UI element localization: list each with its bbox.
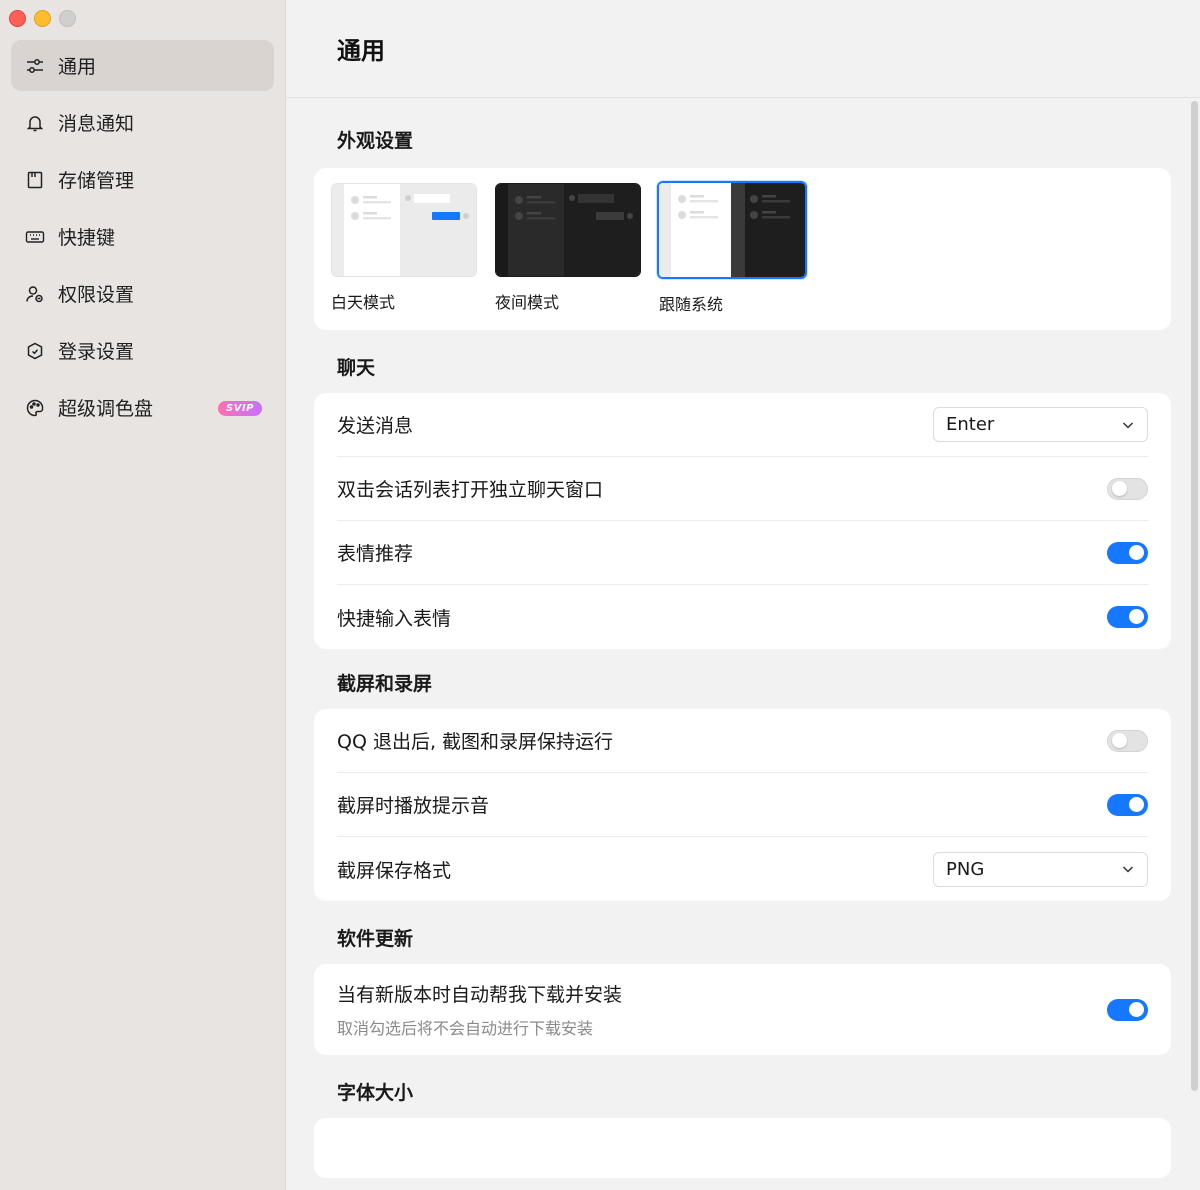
- chat-card: 发送消息 Enter 双击会话列表打开独立聊天窗口 表情推荐 快捷输入表情: [314, 393, 1171, 649]
- capture-sound-toggle[interactable]: [1107, 793, 1148, 816]
- theme-option-dark[interactable]: 夜间模式: [495, 183, 641, 330]
- send-key-select[interactable]: Enter: [933, 407, 1148, 442]
- update-card: 当有新版本时自动帮我下载并安装 取消勾选后将不会自动进行下载安装: [314, 964, 1171, 1055]
- toggle-knob: [1129, 1001, 1144, 1017]
- palette-icon: [24, 397, 46, 419]
- select-value: PNG: [946, 858, 985, 880]
- toggle-knob: [1129, 796, 1144, 812]
- sidebar-item-label: 快捷键: [58, 227, 116, 249]
- font-size-card: [314, 1118, 1171, 1178]
- theme-label: 跟随系统: [659, 295, 724, 314]
- close-window-button[interactable]: [9, 10, 26, 27]
- theme-option-light[interactable]: 白天模式: [331, 183, 477, 330]
- sliders-icon: [24, 55, 46, 77]
- setting-label: 当有新版本时自动帮我下载并安装: [337, 984, 623, 1006]
- setting-row-keep-running: QQ 退出后, 截图和录屏保持运行: [337, 709, 1148, 773]
- sidebar-item-label: 登录设置: [58, 341, 135, 363]
- sidebar-item-storage[interactable]: 存储管理: [11, 154, 274, 205]
- setting-label: 截屏保存格式: [337, 859, 452, 882]
- section-title-font-size: 字体大小: [337, 1082, 414, 1104]
- setting-row-send-message: 发送消息 Enter: [337, 393, 1148, 457]
- section-title-appearance: 外观设置: [337, 130, 414, 152]
- double-click-window-toggle[interactable]: [1107, 477, 1148, 500]
- theme-label: 白天模式: [331, 293, 396, 312]
- keyboard-icon: [24, 226, 46, 248]
- sidebar-item-label: 通用: [58, 56, 97, 78]
- setting-description: 取消勾选后将不会自动进行下载安装: [337, 1019, 594, 1038]
- setting-label: 快捷输入表情: [337, 607, 452, 630]
- setting-row-quick-emoji: 快捷输入表情: [337, 585, 1148, 649]
- setting-row-capture-sound: 截屏时播放提示音: [337, 773, 1148, 837]
- sidebar-item-label: 权限设置: [58, 284, 135, 306]
- system-theme-preview: [657, 181, 807, 279]
- setting-row-emoji-suggest: 表情推荐: [337, 521, 1148, 585]
- setting-text: 当有新版本时自动帮我下载并安装 取消勾选后将不会自动进行下载安装: [337, 980, 622, 1039]
- select-value: Enter: [946, 414, 995, 435]
- setting-row-auto-update: 当有新版本时自动帮我下载并安装 取消勾选后将不会自动进行下载安装: [337, 964, 1148, 1055]
- chevron-down-icon: [1121, 862, 1135, 876]
- setting-label: 发送消息: [337, 415, 414, 437]
- toggle-knob: [1112, 732, 1127, 748]
- setting-row-save-format: 截屏保存格式 PNG: [337, 837, 1148, 901]
- emoji-suggest-toggle[interactable]: [1107, 541, 1148, 564]
- settings-content: 外观设置 白天模式 夜间模式 跟随系统 聊天 发送消息 Enter 双击会话列表…: [286, 99, 1172, 1178]
- light-theme-preview: [331, 183, 477, 277]
- main-panel: 通用 外观设置 白天模式 夜间模式 跟随系统 聊天 发送消息 Enter 双击会…: [286, 0, 1200, 1190]
- page-title: 通用: [337, 37, 385, 65]
- scrollbar[interactable]: [1191, 101, 1198, 1091]
- svip-badge: SVIP: [218, 401, 262, 416]
- setting-label: QQ 退出后, 截图和录屏保持运行: [337, 731, 614, 753]
- theme-label: 夜间模式: [495, 293, 560, 312]
- minimize-window-button[interactable]: [34, 10, 51, 27]
- sidebar: 通用 消息通知 存储管理 快捷键 权限设置 登录设置 超级调色盘 SVIP: [0, 0, 286, 1190]
- appearance-card: 白天模式 夜间模式 跟随系统: [314, 168, 1171, 330]
- section-title-screenshot: 截屏和录屏: [337, 673, 433, 695]
- keep-running-toggle[interactable]: [1107, 729, 1148, 752]
- bell-icon: [24, 112, 46, 134]
- save-format-select[interactable]: PNG: [933, 851, 1148, 887]
- shield-icon: [24, 340, 46, 362]
- theme-option-system[interactable]: 跟随系统: [657, 181, 807, 330]
- main-header: 通用: [286, 0, 1200, 98]
- setting-label: 表情推荐: [337, 543, 414, 565]
- settings-scroll-area[interactable]: 外观设置 白天模式 夜间模式 跟随系统 聊天 发送消息 Enter 双击会话列表…: [286, 99, 1200, 1190]
- sidebar-item-permissions[interactable]: 权限设置: [11, 268, 274, 319]
- section-title-update: 软件更新: [337, 928, 414, 950]
- sidebar-item-login[interactable]: 登录设置: [11, 325, 274, 376]
- sidebar-item-shortcuts[interactable]: 快捷键: [11, 211, 274, 262]
- sidebar-item-label: 超级调色盘: [58, 398, 154, 420]
- section-title-chat: 聊天: [337, 357, 376, 379]
- setting-label: 双击会话列表打开独立聊天窗口: [337, 479, 604, 501]
- screenshot-card: QQ 退出后, 截图和录屏保持运行 截屏时播放提示音 截屏保存格式 PNG: [314, 709, 1171, 901]
- user-permission-icon: [24, 283, 46, 305]
- auto-update-toggle[interactable]: [1107, 998, 1148, 1021]
- toggle-knob: [1129, 544, 1144, 560]
- sidebar-item-notifications[interactable]: 消息通知: [11, 97, 274, 148]
- sidebar-item-palette[interactable]: 超级调色盘 SVIP: [11, 382, 274, 433]
- sidebar-item-label: 消息通知: [58, 113, 135, 135]
- quick-emoji-toggle[interactable]: [1107, 606, 1148, 628]
- dark-theme-preview: [495, 183, 641, 277]
- setting-label: 截屏时播放提示音: [337, 795, 490, 817]
- sidebar-item-general[interactable]: 通用: [11, 40, 274, 91]
- chevron-down-icon: [1121, 418, 1135, 432]
- toggle-knob: [1112, 480, 1127, 496]
- zoom-window-button[interactable]: [59, 10, 76, 27]
- sidebar-item-label: 存储管理: [58, 170, 135, 192]
- setting-row-double-click-window: 双击会话列表打开独立聊天窗口: [337, 457, 1148, 521]
- window-controls: [9, 10, 76, 27]
- sidebar-nav: 通用 消息通知 存储管理 快捷键 权限设置 登录设置 超级调色盘 SVIP: [11, 40, 274, 439]
- settings-window: 通用 消息通知 存储管理 快捷键 权限设置 登录设置 超级调色盘 SVIP 通用…: [0, 0, 1200, 1190]
- toggle-knob: [1129, 609, 1144, 624]
- storage-icon: [24, 169, 46, 191]
